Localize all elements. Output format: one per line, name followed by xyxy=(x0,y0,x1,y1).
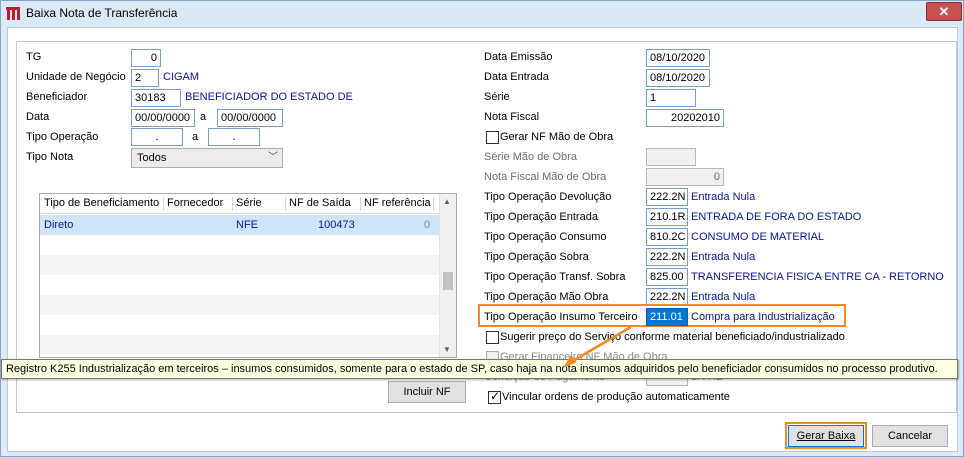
col-nf-saida[interactable]: NF de Saída xyxy=(289,197,361,211)
beneficiador-name: BENEFICIADOR DO ESTADO DE xyxy=(185,91,353,103)
empty-row xyxy=(40,235,440,255)
unidade-label: Unidade de Negócio xyxy=(26,71,126,83)
chevron-down-icon: ﹀ xyxy=(268,152,278,163)
op-devolucao-label: Tipo Operação Devolução xyxy=(484,191,612,203)
col-tipo-beneficiamento[interactable]: Tipo de Beneficiamento xyxy=(44,197,164,211)
gerar-baixa-button[interactable]: Gerar Baixa xyxy=(788,425,864,447)
tipo-operacao-from-input[interactable]: . xyxy=(131,128,183,146)
tipo-nota-select[interactable]: Todos ﹀ xyxy=(131,148,283,168)
incluir-nf-button[interactable]: Incluir NF xyxy=(388,381,466,403)
dialog-body: TG 0 Unidade de Negócio 2 CIGAM Benefici… xyxy=(7,27,958,452)
vincular-ordens-label: Vincular ordens de produção automaticame… xyxy=(502,391,730,403)
grid-scrollbar[interactable]: ▲ ▼ xyxy=(439,194,456,357)
data-emissao-label: Data Emissão xyxy=(484,51,553,63)
op-sobra-desc: Entrada Nula xyxy=(691,251,756,263)
op-insumo-terceiro-desc: Compra para Industrialização xyxy=(691,311,835,323)
op-consumo-label: Tipo Operação Consumo xyxy=(484,231,607,243)
cell-serie: NFE xyxy=(236,219,258,231)
data-separator: a xyxy=(200,111,207,123)
op-mao-obra-desc: Entrada Nula xyxy=(691,291,756,303)
op-entrada-desc: ENTRADA DE FORA DO ESTADO xyxy=(691,211,862,223)
window-title: Baixa Nota de Transferência xyxy=(26,6,178,20)
beneficiador-code-input[interactable]: 30183 xyxy=(131,89,181,107)
op-transf-sobra-desc: TRANSFERENCIA FISICA ENTRE CA - RETORNO xyxy=(691,271,944,283)
nota-fiscal-input[interactable]: 20202010 xyxy=(646,109,724,127)
tipo-operacao-separator: a xyxy=(192,131,199,143)
empty-row xyxy=(40,255,440,275)
cell-tipo: Direto xyxy=(44,219,74,231)
dialog-window: Baixa Nota de Transferência ✕ TG 0 Unida… xyxy=(0,0,964,457)
nf-mao-obra-input[interactable]: 0 xyxy=(646,168,724,186)
data-entrada-input[interactable]: 08/10/2020 xyxy=(646,69,710,87)
nota-fiscal-label: Nota Fiscal xyxy=(484,111,540,123)
op-sobra-label: Tipo Operação Sobra xyxy=(484,251,589,263)
tipo-nota-label: Tipo Nota xyxy=(26,151,74,163)
serie-mao-obra-label: Série Mão de Obra xyxy=(484,151,577,163)
serie-input[interactable]: 1 xyxy=(646,89,696,107)
op-entrada-input[interactable]: 210.1R xyxy=(646,208,688,226)
col-nf-referencia[interactable]: NF referência xyxy=(364,197,434,211)
empty-row xyxy=(40,295,440,315)
close-button[interactable]: ✕ xyxy=(926,2,962,21)
col-fornecedor[interactable]: Fornecedor xyxy=(167,197,233,211)
sugerir-preco-checkbox[interactable] xyxy=(486,331,499,344)
table-row[interactable]: Direto NFE 100473 0 xyxy=(40,215,440,235)
nf-mao-obra-label: Nota Fiscal Mão de Obra xyxy=(484,171,607,183)
op-mao-obra-label: Tipo Operação Mão Obra xyxy=(484,291,609,303)
op-insumo-terceiro-input[interactable]: 211.01 xyxy=(646,308,688,326)
op-sobra-input[interactable]: 222.2N xyxy=(646,248,688,266)
cell-nf-saida: 100473 xyxy=(318,219,355,231)
tipo-nota-value: Todos xyxy=(137,152,167,164)
scroll-up-icon[interactable]: ▲ xyxy=(443,197,451,206)
tg-input[interactable]: 0 xyxy=(131,49,161,67)
op-devolucao-desc: Entrada Nula xyxy=(691,191,756,203)
op-insumo-terceiro-label: Tipo Operação Insumo Terceiro xyxy=(484,311,638,323)
tipo-operacao-label: Tipo Operação xyxy=(26,131,99,143)
vincular-ordens-checkbox[interactable] xyxy=(488,389,501,404)
arrow-icon xyxy=(563,325,632,368)
gerar-nf-mao-obra-checkbox[interactable] xyxy=(486,131,499,144)
empty-row xyxy=(40,335,440,355)
op-entrada-label: Tipo Operação Entrada xyxy=(484,211,598,223)
data-from-input[interactable]: 00/00/0000 xyxy=(131,109,195,127)
data-emissao-input[interactable]: 08/10/2020 xyxy=(646,49,710,67)
app-icon xyxy=(6,7,20,20)
serie-label: Série xyxy=(484,91,510,103)
unidade-name: CIGAM xyxy=(163,71,200,83)
beneficiador-label: Beneficiador xyxy=(26,91,88,103)
op-transf-sobra-label: Tipo Operação Transf. Sobra xyxy=(484,271,626,283)
cancelar-button[interactable]: Cancelar xyxy=(872,425,948,447)
empty-row xyxy=(40,275,440,295)
col-serie[interactable]: Série xyxy=(236,197,286,211)
serie-mao-obra-input[interactable] xyxy=(646,148,696,166)
empty-row xyxy=(40,315,440,335)
data-to-input[interactable]: 00/00/0000 xyxy=(217,109,283,127)
op-consumo-desc: CONSUMO DE MATERIAL xyxy=(691,231,825,243)
scroll-down-icon[interactable]: ▼ xyxy=(443,345,451,354)
tooltip: Registro K255 Industrialização em tercei… xyxy=(1,359,958,379)
scroll-thumb[interactable] xyxy=(443,272,453,290)
op-transf-sobra-input[interactable]: 825.00 xyxy=(646,268,688,286)
data-label: Data xyxy=(26,111,50,123)
gerar-nf-mao-obra-label: Gerar NF Mão de Obra xyxy=(500,131,614,143)
tg-label: TG xyxy=(26,51,42,63)
close-icon: ✕ xyxy=(938,4,950,19)
cell-nf-referencia: 0 xyxy=(424,219,431,231)
grid-header: Tipo de Beneficiamento Fornecedor Série … xyxy=(40,194,440,214)
title-bar[interactable]: Baixa Nota de Transferência ✕ xyxy=(1,1,963,26)
nf-grid[interactable]: Tipo de Beneficiamento Fornecedor Série … xyxy=(39,193,457,358)
data-entrada-label: Data Entrada xyxy=(484,71,549,83)
op-devolucao-input[interactable]: 222.2N xyxy=(646,188,688,206)
tipo-operacao-to-input[interactable]: . xyxy=(208,128,260,146)
unidade-code-input[interactable]: 2 xyxy=(131,69,159,87)
op-consumo-input[interactable]: 810.2C xyxy=(646,228,688,246)
